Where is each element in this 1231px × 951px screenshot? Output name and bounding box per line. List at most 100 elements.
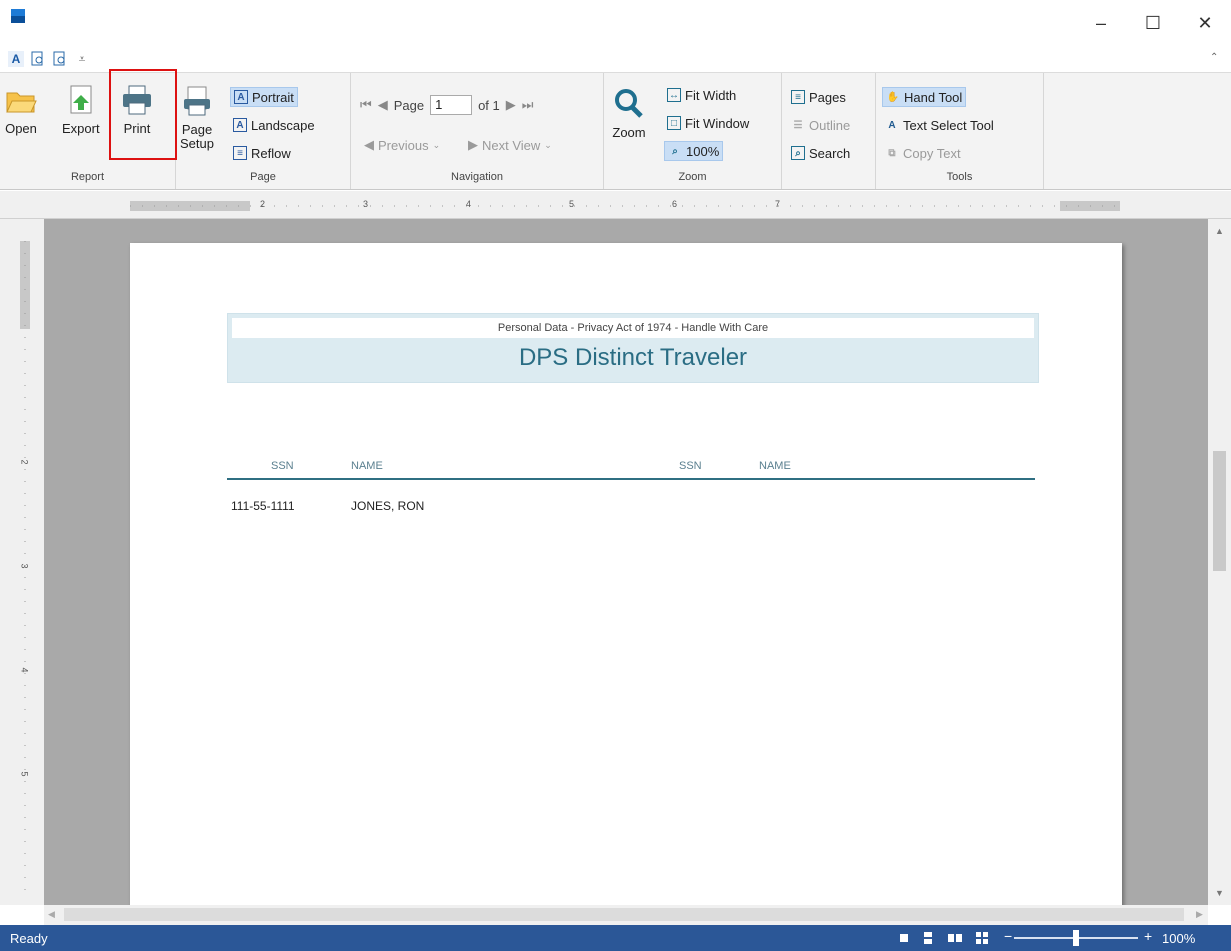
- next-view-label: Next View: [482, 137, 541, 153]
- preview-alt-icon[interactable]: [52, 51, 68, 67]
- report-group-label: Report: [70, 171, 105, 183]
- reflow-label: Reflow: [251, 145, 291, 161]
- fit-width-label: Fit Width: [685, 87, 737, 103]
- zoom-out-icon[interactable]: −: [1004, 928, 1012, 944]
- text-select-tool-button[interactable]: A Text Select Tool: [882, 115, 997, 135]
- open-button[interactable]: Open: [4, 83, 38, 136]
- page-of-label: of 1: [478, 97, 500, 113]
- last-page-icon[interactable]: ⏭: [522, 97, 534, 113]
- status-bar: Ready − + 100%: [0, 925, 1231, 951]
- scroll-up-icon[interactable]: ▲: [1208, 221, 1231, 241]
- report-page: Personal Data - Privacy Act of 1974 - Ha…: [130, 243, 1122, 905]
- pages-label: Pages: [809, 89, 846, 105]
- ribbon: Open Export Print Report Page Setup A Po…: [0, 72, 1231, 190]
- pages-button[interactable]: ≡ Pages: [788, 87, 849, 107]
- navigation-group-label: Navigation: [451, 171, 503, 183]
- multi-page-icon[interactable]: [983, 939, 988, 944]
- privacy-notice: Personal Data - Privacy Act of 1974 - Ha…: [232, 318, 1034, 338]
- text-select-icon: A: [888, 119, 896, 131]
- vertical-ruler: 2 3 4 5: [0, 219, 44, 905]
- zoom-slider-thumb[interactable]: [1073, 930, 1079, 946]
- search-label: Search: [809, 145, 851, 161]
- landscape-button[interactable]: A Landscape: [230, 115, 318, 135]
- tools-group-label: Tools: [946, 171, 973, 183]
- zoom-100-button[interactable]: ⌕ 100%: [664, 141, 724, 161]
- export-icon: [70, 85, 92, 114]
- outline-icon: ☰: [793, 119, 803, 131]
- fit-window-label: Fit Window: [685, 115, 750, 131]
- ruler-mark: 2: [260, 199, 266, 209]
- next-page-icon[interactable]: ▶: [506, 97, 516, 113]
- row-name: JONES, RON: [351, 499, 425, 513]
- pages-icon: ≡: [791, 90, 805, 104]
- scroll-right-icon[interactable]: ▶: [1196, 909, 1203, 920]
- magnifier-icon: [615, 89, 643, 118]
- page-prefix-label: Page: [393, 97, 425, 113]
- text-icon[interactable]: A: [8, 51, 24, 67]
- preview-icon[interactable]: [30, 51, 46, 67]
- ruler-mark: 3: [363, 199, 369, 209]
- print-highlight-box: [109, 69, 177, 160]
- page-setup-button[interactable]: Page Setup: [180, 85, 214, 151]
- fit-window-icon: □: [667, 116, 681, 130]
- ruler-mark: 5: [569, 199, 575, 209]
- column-header-name-2: NAME: [759, 460, 791, 472]
- maximize-button[interactable]: ☐: [1130, 6, 1176, 40]
- page-number-input[interactable]: 1: [430, 95, 473, 115]
- export-label: Export: [62, 121, 100, 136]
- hand-tool-label: Hand Tool: [904, 89, 963, 105]
- zoom-button[interactable]: Zoom: [612, 87, 646, 140]
- ruler-mark: 3: [19, 563, 30, 569]
- horizontal-scroll-thumb[interactable]: [64, 908, 1184, 921]
- open-label: Open: [5, 121, 37, 136]
- continuous-icon[interactable]: [924, 939, 932, 944]
- search-button[interactable]: ⌕ Search: [788, 143, 853, 163]
- vertical-scrollbar[interactable]: ▲ ▼: [1208, 219, 1231, 905]
- single-page-icon[interactable]: [900, 934, 908, 942]
- view-group: ≡ Pages ☰ Outline ⌕ Search: [782, 73, 876, 189]
- reflow-icon: ≡: [233, 146, 247, 160]
- vertical-scroll-thumb[interactable]: [1213, 451, 1226, 571]
- quick-access-toolbar: A ⩡: [8, 48, 90, 70]
- horizontal-scrollbar[interactable]: ◀ ▶: [44, 905, 1208, 925]
- scroll-down-icon[interactable]: ▼: [1208, 883, 1231, 903]
- portrait-button[interactable]: A Portrait: [230, 87, 298, 107]
- customize-dropdown-icon[interactable]: ⩡: [74, 51, 90, 67]
- prev-page-icon[interactable]: ◀: [378, 97, 388, 113]
- copy-text-button[interactable]: ⧉ Copy Text: [882, 143, 964, 163]
- previous-view-button[interactable]: ◀ Previous ⌄: [361, 135, 443, 155]
- document-viewport[interactable]: Personal Data - Privacy Act of 1974 - Ha…: [44, 219, 1208, 905]
- title-bar: – ☐ ✕: [0, 0, 1231, 46]
- folder-icon: [6, 92, 37, 113]
- zoom-in-icon[interactable]: +: [1144, 928, 1152, 944]
- ribbon-collapse-icon[interactable]: ⌃: [1210, 52, 1218, 63]
- outline-label: Outline: [809, 117, 851, 133]
- portrait-icon: A: [234, 90, 248, 104]
- navigation-group: ⏮ ◀ Page 1 of 1 ▶ ⏭ ◀ Previous ⌄ ▶ Next …: [351, 73, 604, 189]
- fit-width-icon: ↔: [667, 88, 681, 102]
- export-button[interactable]: Export: [62, 83, 100, 136]
- ruler-mark: 4: [19, 667, 30, 673]
- minimize-button[interactable]: –: [1078, 6, 1124, 40]
- scroll-left-icon[interactable]: ◀: [48, 909, 55, 920]
- previous-view-icon: ◀: [364, 137, 374, 152]
- fit-width-button[interactable]: ↔ Fit Width: [664, 85, 739, 105]
- zoom-100-icon: ⌕: [672, 145, 678, 157]
- next-view-icon: ▶: [468, 137, 478, 152]
- row-ssn: 111-55-1111: [231, 499, 295, 513]
- reflow-button[interactable]: ≡ Reflow: [230, 143, 294, 163]
- first-page-icon[interactable]: ⏮: [360, 97, 372, 113]
- header-rule: [227, 478, 1035, 480]
- fit-window-button[interactable]: □ Fit Window: [664, 113, 752, 133]
- landscape-icon: A: [233, 118, 247, 132]
- copy-icon: ⧉: [888, 147, 896, 159]
- ruler-mark: 4: [466, 199, 472, 209]
- facing-icon[interactable]: [956, 934, 962, 942]
- outline-button[interactable]: ☰ Outline: [788, 115, 853, 135]
- next-view-button[interactable]: ▶ Next View ⌄: [465, 135, 555, 155]
- column-header-ssn-2: SSN: [679, 460, 702, 472]
- tools-group: ✋ Hand Tool A Text Select Tool ⧉ Copy Te…: [876, 73, 1044, 189]
- hand-tool-button[interactable]: ✋ Hand Tool: [882, 87, 967, 107]
- search-icon: ⌕: [791, 146, 805, 160]
- close-button[interactable]: ✕: [1182, 6, 1228, 40]
